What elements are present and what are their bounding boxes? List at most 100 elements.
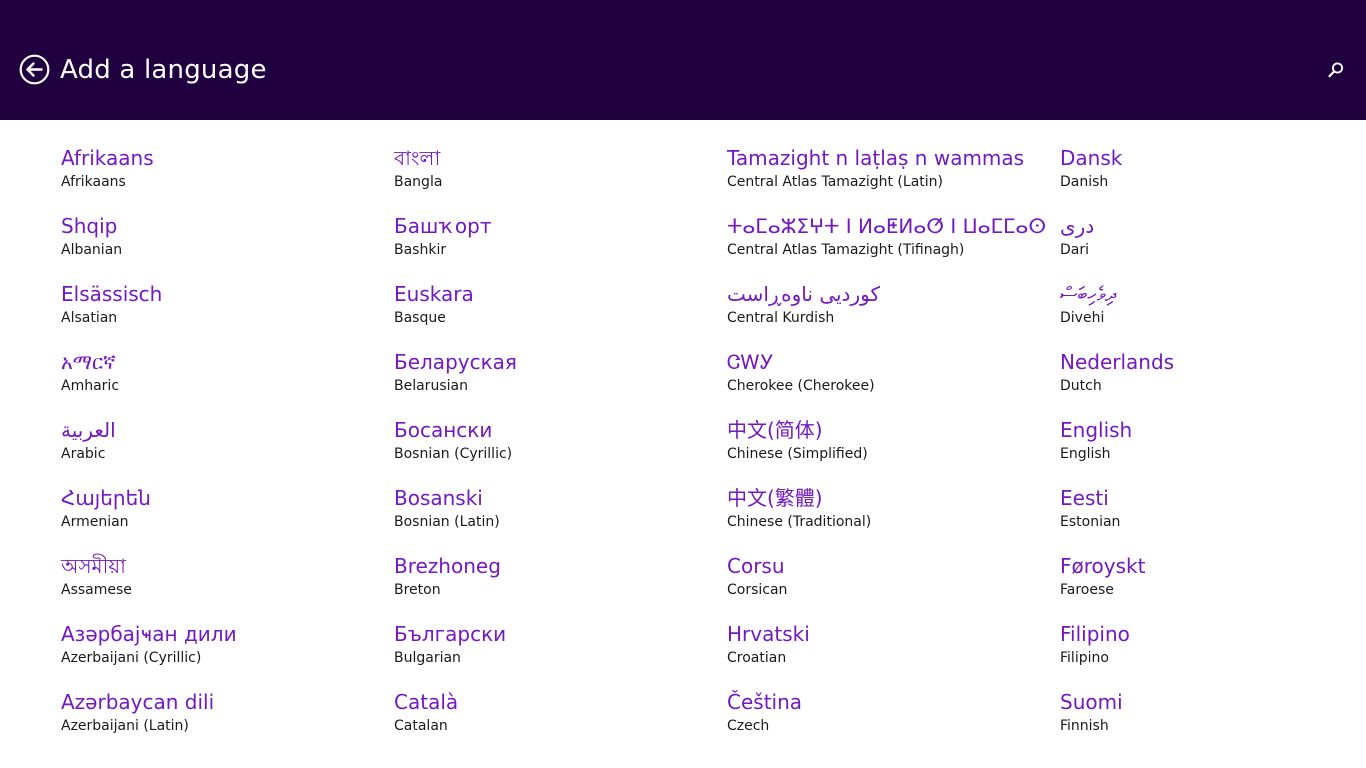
language-item-cherokee[interactable]: ᏣᎳᎩ Cherokee (Cherokee) (727, 348, 1047, 410)
language-item-estonian[interactable]: Eesti Estonian (1060, 484, 1366, 546)
language-english-name: Bashkir (394, 242, 447, 258)
language-native-name: Башҡорт (394, 214, 492, 238)
language-item-bashkir[interactable]: Башҡорт Bashkir (394, 212, 714, 274)
language-item-czech[interactable]: Čeština Czech (727, 688, 1047, 750)
language-native-name: বাংলা (394, 146, 441, 170)
language-native-name: Afrikaans (61, 146, 154, 170)
language-native-name: English (1060, 418, 1133, 442)
language-english-name: Dutch (1060, 378, 1102, 394)
language-native-name: ⵜⴰⵎⴰⵣⵉⵖⵜ ⵏ ⵍⴰⵟⵍⴰⵚ ⵏ ⵡⴰⵎⵎⴰⵙ (727, 214, 1047, 238)
language-native-name: دری (1060, 214, 1095, 238)
language-item-belarusian[interactable]: Беларуская Belarusian (394, 348, 714, 410)
language-english-name: Czech (727, 718, 770, 734)
language-native-name: Filipino (1060, 622, 1130, 646)
language-item-filipino[interactable]: Filipino Filipino (1060, 620, 1366, 682)
language-native-name: کوردیی ناوەڕاست (727, 282, 880, 306)
language-native-name: অসমীয়া (61, 554, 126, 578)
language-item-bangla[interactable]: বাংলা Bangla (394, 144, 714, 206)
language-item-arabic[interactable]: العربية Arabic (61, 416, 381, 478)
language-item-danish[interactable]: Dansk Danish (1060, 144, 1366, 206)
search-button[interactable] (1326, 60, 1346, 80)
language-item-bulgarian[interactable]: Български Bulgarian (394, 620, 714, 682)
language-item-azerbaijani-cyrillic[interactable]: Азәрбајҹан дили Azerbaijani (Cyrillic) (61, 620, 381, 682)
language-item-finnish[interactable]: Suomi Finnish (1060, 688, 1366, 750)
language-native-name: Bosanski (394, 486, 483, 510)
language-english-name: Chinese (Simplified) (727, 446, 868, 462)
language-item-faroese[interactable]: Føroyskt Faroese (1060, 552, 1366, 614)
language-item-croatian[interactable]: Hrvatski Croatian (727, 620, 1047, 682)
language-native-name: Български (394, 622, 507, 646)
language-item-dari[interactable]: دری Dari (1060, 212, 1366, 274)
language-english-name: Central Kurdish (727, 310, 835, 326)
language-english-name: Central Atlas Tamazight (Tifinagh) (727, 242, 965, 258)
language-item-dutch[interactable]: Nederlands Dutch (1060, 348, 1366, 410)
language-english-name: Belarusian (394, 378, 468, 394)
language-item-alsatian[interactable]: Elsässisch Alsatian (61, 280, 381, 342)
language-item-afrikaans[interactable]: Afrikaans Afrikaans (61, 144, 381, 206)
language-english-name: Azerbaijani (Cyrillic) (61, 650, 202, 666)
language-item-catalan[interactable]: Català Catalan (394, 688, 714, 750)
language-item-azerbaijani-latin[interactable]: Azərbaycan dili Azerbaijani (Latin) (61, 688, 381, 750)
language-native-name: Eesti (1060, 486, 1109, 510)
language-item-divehi[interactable]: ދިވެހިބަސް Divehi (1060, 280, 1366, 342)
language-english-name: Cherokee (Cherokee) (727, 378, 875, 394)
language-item-basque[interactable]: Euskara Basque (394, 280, 714, 342)
language-item-bosnian-latin[interactable]: Bosanski Bosnian (Latin) (394, 484, 714, 546)
language-english-name: Croatian (727, 650, 787, 666)
language-item-central-kurdish[interactable]: کوردیی ناوەڕاست Central Kurdish (727, 280, 1047, 342)
language-item-corsican[interactable]: Corsu Corsican (727, 552, 1047, 614)
language-native-name: Brezhoneg (394, 554, 501, 578)
language-native-name: Հայերեն (61, 486, 151, 510)
language-english-name: Assamese (61, 582, 132, 598)
language-grid: Afrikaans Afrikaans Shqip Albanian Elsäs… (61, 144, 1366, 768)
language-item-assamese[interactable]: অসমীয়া Assamese (61, 552, 381, 614)
language-native-name: ᏣᎳᎩ (727, 350, 774, 374)
language-native-name: Azərbaycan dili (61, 690, 215, 714)
language-item-chinese-simplified[interactable]: 中文(简体) Chinese (Simplified) (727, 416, 1047, 478)
page-title: Add a language (60, 55, 267, 85)
language-english-name: Azerbaijani (Latin) (61, 718, 189, 734)
back-arrow-circle-icon (19, 54, 50, 85)
language-english-name: Afrikaans (61, 174, 126, 190)
language-item-albanian[interactable]: Shqip Albanian (61, 212, 381, 274)
language-english-name: Basque (394, 310, 446, 326)
language-native-name: Suomi (1060, 690, 1123, 714)
search-icon (1328, 62, 1344, 78)
language-native-name: العربية (61, 418, 116, 442)
language-item-english[interactable]: English English (1060, 416, 1366, 478)
language-native-name: 中文(简体) (727, 418, 823, 442)
language-item-armenian[interactable]: Հայերեն Armenian (61, 484, 381, 546)
language-english-name: Bosnian (Latin) (394, 514, 500, 530)
language-native-name: Tamazight n laṭlaṣ n wammas (727, 146, 1025, 170)
language-english-name: Breton (394, 582, 441, 598)
language-native-name: አማርኛ (61, 350, 116, 374)
language-english-name: Central Atlas Tamazight (Latin) (727, 174, 943, 190)
language-item-breton[interactable]: Brezhoneg Breton (394, 552, 714, 614)
language-native-name: Čeština (727, 690, 803, 714)
language-native-name: Euskara (394, 282, 474, 306)
language-english-name: Filipino (1060, 650, 1109, 666)
language-item-amharic[interactable]: አማርኛ Amharic (61, 348, 381, 410)
language-native-name: Азәрбајҹан дили (61, 622, 237, 646)
language-english-name: Bulgarian (394, 650, 461, 666)
language-english-name: Amharic (61, 378, 120, 394)
language-item-tamazight-tifinagh[interactable]: ⵜⴰⵎⴰⵣⵉⵖⵜ ⵏ ⵍⴰⵟⵍⴰⵚ ⵏ ⵡⴰⵎⵎⴰⵙ Central Atlas… (727, 212, 1047, 274)
language-english-name: Divehi (1060, 310, 1105, 326)
language-native-name: Беларуская (394, 350, 517, 374)
app-header: Add a language (0, 0, 1366, 120)
language-item-bosnian-cyrillic[interactable]: Босански Bosnian (Cyrillic) (394, 416, 714, 478)
language-item-chinese-traditional[interactable]: 中文(繁體) Chinese (Traditional) (727, 484, 1047, 546)
language-english-name: Armenian (61, 514, 129, 530)
language-native-name: Elsässisch (61, 282, 163, 306)
language-english-name: Bosnian (Cyrillic) (394, 446, 513, 462)
language-native-name: Corsu (727, 554, 785, 578)
language-english-name: Finnish (1060, 718, 1109, 734)
language-english-name: Corsican (727, 582, 788, 598)
back-button[interactable] (19, 54, 50, 85)
language-native-name: 中文(繁體) (727, 486, 823, 510)
language-english-name: Faroese (1060, 582, 1114, 598)
language-english-name: Alsatian (61, 310, 118, 326)
language-item-tamazight-latin[interactable]: Tamazight n laṭlaṣ n wammas Central Atla… (727, 144, 1047, 206)
language-native-name: Føroyskt (1060, 554, 1146, 578)
language-english-name: Chinese (Traditional) (727, 514, 872, 530)
